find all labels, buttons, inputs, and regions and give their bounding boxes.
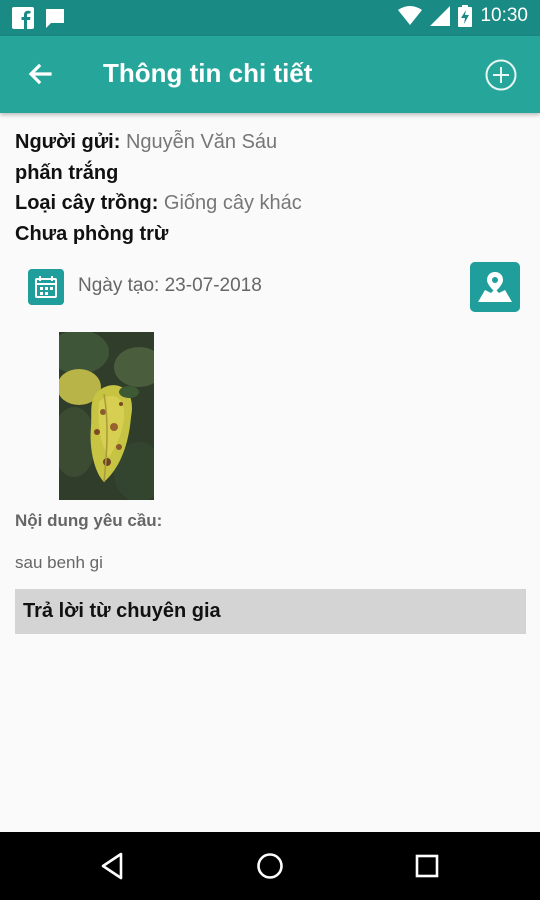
arrow-back-icon[interactable]: [22, 58, 56, 92]
disease-row: phấn trắng: [15, 162, 118, 185]
treatment-status: Chưa phòng trừ: [15, 223, 169, 245]
facebook-icon: [12, 7, 34, 29]
leaf-disease-image: [59, 332, 154, 500]
sender-label: Người gửi:: [15, 131, 121, 153]
message-icon: [46, 9, 64, 28]
map-location-icon[interactable]: [470, 262, 520, 312]
add-circle-icon[interactable]: [484, 58, 518, 92]
sender-value: Nguyễn Văn Sáu: [125, 131, 278, 153]
plant-photo[interactable]: [59, 332, 154, 500]
disease-name: phấn trắng: [15, 162, 119, 184]
signal-icon: [430, 6, 451, 26]
crop-label: Loại cây trồng:: [15, 192, 159, 214]
battery-charging-icon: [458, 5, 473, 27]
crop-value: Giống cây khác: [163, 192, 302, 214]
clock: 10:30: [480, 5, 528, 26]
treatment-row: Chưa phòng trừ: [15, 223, 168, 246]
expert-reply-label: Trả lời từ chuyên gia: [23, 600, 221, 622]
wifi-icon: [398, 6, 423, 25]
request-label: Nội dung yêu cầu:: [15, 511, 163, 530]
sender-row: Người gửi: Nguyễn Văn Sáu: [15, 131, 277, 154]
calendar-icon: [28, 269, 64, 305]
expert-reply-header: Trả lời từ chuyên gia: [15, 589, 526, 634]
navigation-bar: [0, 832, 540, 900]
app-bar: Thông tin chi tiết: [0, 36, 540, 113]
nav-recents-icon[interactable]: [410, 849, 444, 883]
status-bar: 10:30: [0, 0, 540, 36]
crop-row: Loại cây trồng: Giống cây khác: [15, 192, 302, 215]
nav-home-icon[interactable]: [253, 849, 287, 883]
nav-back-icon[interactable]: [96, 849, 130, 883]
request-text: sau benh gi: [15, 553, 103, 572]
created-date: Ngày tạo: 23-07-2018: [78, 275, 262, 296]
page-title: Thông tin chi tiết: [103, 58, 313, 88]
